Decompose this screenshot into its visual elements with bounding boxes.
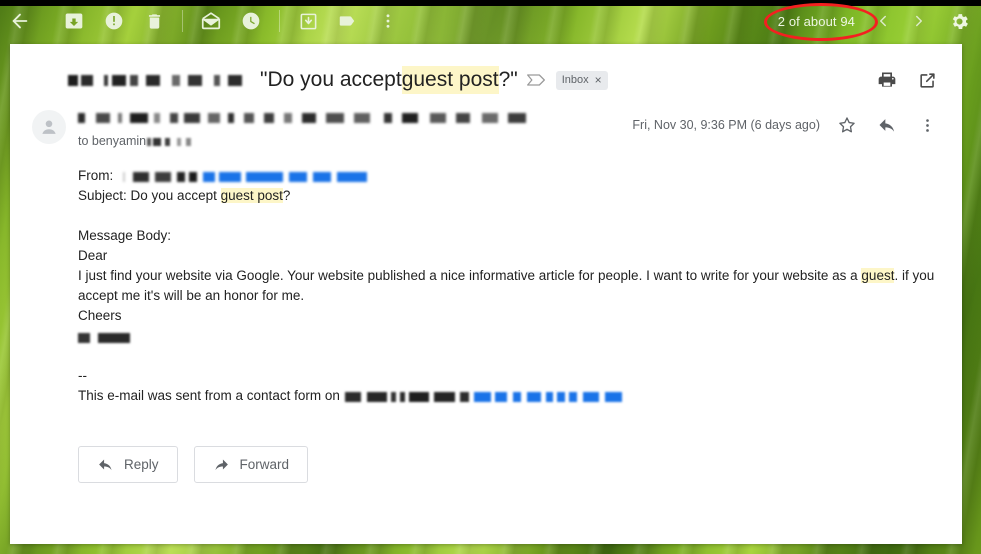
body-subject-line: Subject: Do you accept guest post?	[78, 186, 940, 206]
important-marker-icon[interactable]	[526, 73, 546, 87]
toolbar-gap-1	[40, 0, 54, 42]
mark-unread-icon[interactable]	[191, 0, 231, 42]
body-greeting: Dear	[78, 246, 940, 266]
body-subject-highlight: guest post	[221, 188, 283, 203]
body-from-line: From:	[78, 166, 940, 186]
body-footer-text: This e-mail was sent from a contact form…	[78, 386, 340, 406]
subject-quote-close: ?"	[499, 66, 518, 94]
move-to-icon[interactable]	[288, 0, 328, 42]
sender-info: to benyamin	[66, 108, 632, 148]
message-date: Fri, Nov 30, 9:36 PM (6 days ago)	[632, 118, 820, 132]
reply-button-label: Reply	[124, 457, 159, 472]
redacted-recipient	[147, 136, 191, 147]
label-chip-text: Inbox	[562, 74, 589, 87]
forward-button[interactable]: Forward	[194, 446, 309, 483]
delete-icon[interactable]	[134, 0, 174, 42]
redacted-sender-name	[78, 111, 533, 125]
reply-arrow-icon[interactable]	[874, 112, 900, 138]
open-in-new-window-icon[interactable]	[914, 67, 940, 93]
forward-button-label: Forward	[240, 457, 290, 472]
reply-button[interactable]: Reply	[78, 446, 178, 483]
next-message-icon[interactable]	[901, 0, 937, 42]
archive-icon[interactable]	[54, 0, 94, 42]
body-subject-label: Subject: Do you accept	[78, 188, 221, 203]
print-icon[interactable]	[874, 67, 900, 93]
message-meta: Fri, Nov 30, 9:36 PM (6 days ago)	[632, 108, 940, 138]
subject-quote-open: "Do you accept	[260, 66, 402, 94]
body-paragraph-part1: I just find your website via Google. You…	[78, 268, 861, 283]
body-closing: Cheers	[78, 306, 940, 326]
gmail-message-screen: 2 of about 94 "Do you accept guest post …	[0, 0, 981, 554]
body-separator: --	[78, 366, 940, 386]
body-paragraph-highlight: guest	[861, 268, 894, 283]
body-from-label: From:	[78, 166, 113, 186]
sender-row: to benyamin Fri, Nov 30, 9:36 PM (6 days…	[10, 94, 962, 148]
label-chip-inbox[interactable]: Inbox ×	[556, 71, 608, 90]
message-toolbar: 2 of about 94	[0, 0, 981, 42]
labels-icon[interactable]	[328, 0, 368, 42]
body-footer-line: This e-mail was sent from a contact form…	[78, 386, 940, 406]
body-paragraph: I just find your website via Google. You…	[78, 266, 940, 306]
message-action-buttons: Reply Forward	[10, 406, 962, 483]
toolbar-separator-2	[279, 10, 280, 32]
body-spacer-2	[78, 346, 940, 366]
recipient-line[interactable]: to benyamin	[78, 134, 632, 148]
message-body: From: Subject: Do you accept guest post?…	[10, 148, 962, 406]
recipient-prefix: to benyamin	[78, 134, 146, 148]
settings-gear-icon[interactable]	[937, 0, 981, 42]
subject-line: "Do you accept guest post ?" Inbox ×	[68, 66, 864, 94]
subject-highlight-guest-post: guest post	[402, 66, 499, 94]
avatar	[32, 110, 66, 144]
previous-message-icon[interactable]	[865, 0, 901, 42]
redacted-subject-prefix	[68, 72, 254, 88]
redacted-footer-link[interactable]	[345, 390, 622, 403]
star-icon[interactable]	[834, 112, 860, 138]
toolbar-separator-1	[182, 10, 183, 32]
report-spam-icon[interactable]	[94, 0, 134, 42]
redacted-from-address	[123, 170, 367, 183]
body-subject-tail: ?	[283, 188, 291, 203]
subject-actions	[874, 67, 940, 93]
message-card: "Do you accept guest post ?" Inbox ×	[10, 44, 962, 544]
more-options-icon[interactable]	[368, 0, 408, 42]
message-more-options-icon[interactable]	[914, 112, 940, 138]
snooze-icon[interactable]	[231, 0, 271, 42]
subject-row: "Do you accept guest post ?" Inbox ×	[10, 44, 962, 94]
back-arrow-icon[interactable]	[0, 0, 40, 42]
message-counter: 2 of about 94	[768, 0, 865, 42]
body-message-body-label: Message Body:	[78, 226, 940, 246]
body-spacer-1	[78, 206, 940, 226]
redacted-signature	[78, 331, 130, 344]
message-counter-label: 2 of about 94	[778, 14, 855, 29]
label-chip-remove-icon[interactable]: ×	[595, 75, 602, 86]
